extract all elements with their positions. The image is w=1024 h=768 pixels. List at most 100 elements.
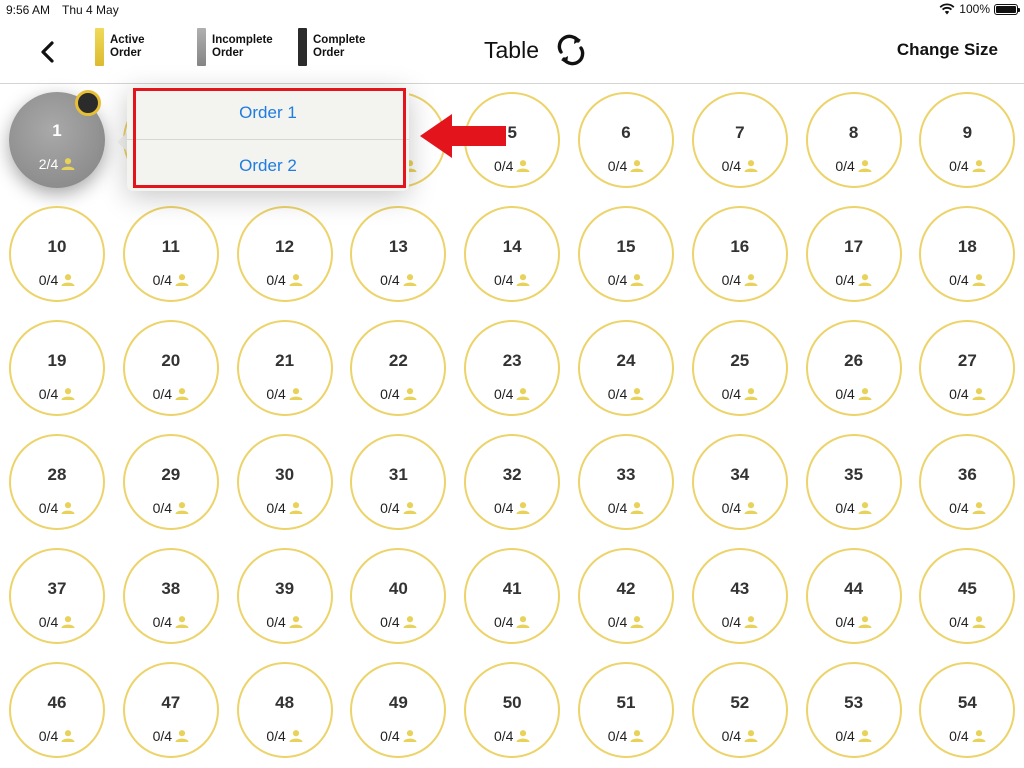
table-33[interactable]: 33 0/4 bbox=[578, 434, 674, 530]
seat-count-text: 0/4 bbox=[38, 728, 59, 744]
table-number: 10 bbox=[47, 237, 67, 256]
person-icon bbox=[403, 730, 417, 742]
table-48[interactable]: 48 0/4 bbox=[236, 662, 333, 758]
person-icon bbox=[61, 158, 75, 170]
table-number: 12 bbox=[275, 237, 295, 256]
table-50[interactable]: 50 0/4 bbox=[464, 662, 561, 758]
table-46[interactable]: 46 0/4 bbox=[9, 662, 105, 758]
table-number: 28 bbox=[47, 465, 67, 484]
seat-count-text: 0/4 bbox=[607, 272, 628, 288]
table-27[interactable]: 27 0/4 bbox=[919, 320, 1016, 416]
back-chevron-icon[interactable] bbox=[34, 38, 62, 66]
table-13[interactable]: 13 0/4 bbox=[350, 206, 447, 302]
table-1[interactable]: 1 2/4 bbox=[9, 90, 105, 188]
table-43[interactable]: 43 0/4 bbox=[691, 548, 788, 644]
seat-count-text: 0/4 bbox=[152, 272, 173, 288]
table-8[interactable]: 8 0/4 bbox=[805, 92, 902, 188]
table-number: 11 bbox=[161, 237, 180, 256]
table-18[interactable]: 18 0/4 bbox=[919, 206, 1016, 302]
legend-swatch-active bbox=[95, 28, 104, 66]
seat-count-text: 0/4 bbox=[380, 500, 400, 516]
table-number: 24 bbox=[616, 351, 636, 370]
table-seat-count: 0/4 bbox=[580, 386, 672, 402]
seat-count-text: 0/4 bbox=[607, 728, 628, 744]
table-seat-count: 0/4 bbox=[694, 728, 786, 744]
table-10[interactable]: 10 0/4 bbox=[9, 206, 105, 302]
person-icon bbox=[403, 388, 417, 400]
table-40[interactable]: 40 0/4 bbox=[350, 548, 447, 644]
table-28[interactable]: 28 0/4 bbox=[9, 434, 105, 530]
status-bar: 9:56 AM Thu 4 May 100% bbox=[0, 0, 1024, 20]
refresh-icon[interactable] bbox=[553, 30, 589, 70]
table-seat-count: 0/4 bbox=[808, 158, 900, 174]
table-7[interactable]: 7 0/4 bbox=[691, 92, 788, 188]
person-icon bbox=[630, 388, 644, 400]
table-47[interactable]: 47 0/4 bbox=[122, 662, 219, 758]
table-44[interactable]: 44 0/4 bbox=[805, 548, 902, 644]
table-number: 15 bbox=[616, 237, 636, 256]
table-number: 17 bbox=[844, 237, 864, 256]
table-number: 43 bbox=[730, 579, 750, 598]
table-38[interactable]: 38 0/4 bbox=[122, 548, 219, 644]
table-36[interactable]: 36 0/4 bbox=[919, 434, 1016, 530]
person-icon bbox=[630, 274, 644, 286]
seat-count-text: 0/4 bbox=[493, 728, 514, 744]
table-34[interactable]: 34 0/4 bbox=[691, 434, 788, 530]
person-icon bbox=[744, 388, 758, 400]
table-21[interactable]: 21 0/4 bbox=[236, 320, 333, 416]
seat-count-text: 0/4 bbox=[607, 500, 628, 516]
table-number: 49 bbox=[388, 693, 408, 712]
table-29[interactable]: 29 0/4 bbox=[122, 434, 219, 530]
seat-count-text: 0/4 bbox=[721, 614, 742, 630]
table-26[interactable]: 26 0/4 bbox=[805, 320, 902, 416]
table-45[interactable]: 45 0/4 bbox=[919, 548, 1016, 644]
table-39[interactable]: 39 0/4 bbox=[236, 548, 333, 644]
table-41[interactable]: 41 0/4 bbox=[464, 548, 561, 644]
table-51[interactable]: 51 0/4 bbox=[578, 662, 674, 758]
table-25[interactable]: 25 0/4 bbox=[691, 320, 788, 416]
page-title: Table bbox=[484, 37, 539, 63]
change-size-button[interactable]: Change Size bbox=[897, 40, 998, 60]
table-seat-count: 0/4 bbox=[466, 500, 558, 516]
table-6[interactable]: 6 0/4 bbox=[578, 92, 674, 188]
table-number: 31 bbox=[388, 465, 408, 484]
table-30[interactable]: 30 0/4 bbox=[236, 434, 333, 530]
table-52[interactable]: 52 0/4 bbox=[691, 662, 788, 758]
table-42[interactable]: 42 0/4 bbox=[578, 548, 674, 644]
table-number: 7 bbox=[735, 123, 745, 142]
table-17[interactable]: 17 0/4 bbox=[805, 206, 902, 302]
person-icon bbox=[630, 160, 644, 172]
table-32[interactable]: 32 0/4 bbox=[464, 434, 561, 530]
table-19[interactable]: 19 0/4 bbox=[9, 320, 105, 416]
table-11[interactable]: 11 0/4 bbox=[122, 206, 219, 302]
table-24[interactable]: 24 0/4 bbox=[578, 320, 674, 416]
table-number: 22 bbox=[388, 351, 408, 370]
table-seat-count: 0/4 bbox=[921, 158, 1013, 174]
table-9[interactable]: 9 0/4 bbox=[919, 92, 1016, 188]
person-icon bbox=[516, 160, 530, 172]
table-49[interactable]: 49 0/4 bbox=[350, 662, 447, 758]
table-15[interactable]: 15 0/4 bbox=[578, 206, 674, 302]
table-seat-count: 0/4 bbox=[921, 386, 1013, 402]
table-14[interactable]: 14 0/4 bbox=[464, 206, 561, 302]
table-37[interactable]: 37 0/4 bbox=[9, 548, 105, 644]
table-54[interactable]: 54 0/4 bbox=[919, 662, 1016, 758]
seat-count-text: 0/4 bbox=[38, 500, 59, 516]
table-31[interactable]: 31 0/4 bbox=[350, 434, 447, 530]
table-seat-count: 0/4 bbox=[694, 614, 786, 630]
table-12[interactable]: 12 0/4 bbox=[236, 206, 333, 302]
table-number: 50 bbox=[502, 693, 522, 712]
table-35[interactable]: 35 0/4 bbox=[805, 434, 902, 530]
table-seat-count: 0/4 bbox=[921, 272, 1013, 288]
table-23[interactable]: 23 0/4 bbox=[464, 320, 561, 416]
seat-count-text: 0/4 bbox=[152, 728, 173, 744]
seat-count-text: 0/4 bbox=[949, 386, 969, 402]
table-20[interactable]: 20 0/4 bbox=[122, 320, 219, 416]
table-22[interactable]: 22 0/4 bbox=[350, 320, 447, 416]
table-seat-count: 0/4 bbox=[239, 272, 331, 288]
seat-count-text: 0/4 bbox=[380, 728, 400, 744]
person-icon bbox=[516, 730, 530, 742]
table-16[interactable]: 16 0/4 bbox=[691, 206, 788, 302]
table-53[interactable]: 53 0/4 bbox=[805, 662, 902, 758]
table-number: 27 bbox=[957, 351, 977, 370]
